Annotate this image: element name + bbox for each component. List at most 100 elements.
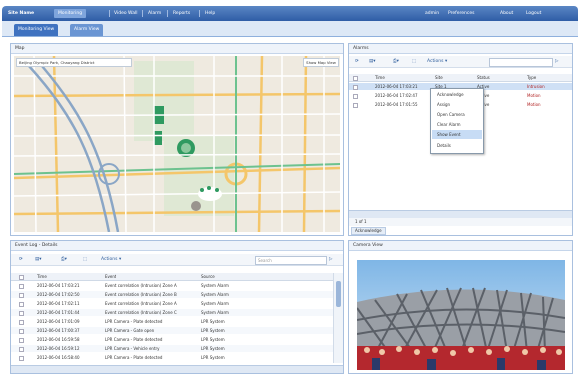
select-all-checkbox[interactable]: [353, 76, 358, 81]
row-checkbox[interactable]: [353, 94, 358, 99]
nav-item-video-wall[interactable]: Video Wall: [114, 6, 137, 21]
chevron-down-icon[interactable]: ▾: [119, 256, 121, 263]
row-checkbox[interactable]: [19, 284, 24, 289]
map-location-bar[interactable]: Beijing Olympic Park, Chaoyang District: [16, 58, 132, 67]
row-event: LPR Camera - Vehicle entry: [105, 346, 160, 351]
show-map-view-button[interactable]: Show Map View: [303, 58, 339, 67]
row-checkbox[interactable]: [19, 311, 24, 316]
table-row[interactable]: 2012-06-04 16:59:58 LPR Camera - Plate d…: [11, 336, 333, 343]
col-status[interactable]: Status: [477, 74, 490, 81]
row-time: 2012-06-04 16:58:40: [37, 355, 80, 360]
table-row[interactable]: 2012-06-04 17:02:50 Event correlation (I…: [11, 291, 333, 298]
acknowledge-button[interactable]: Acknowledge: [351, 227, 386, 235]
row-event: Event correlation (Intrusion) Zone A: [105, 301, 177, 306]
camera-feed[interactable]: [357, 260, 565, 370]
select-all-checkbox[interactable]: [19, 275, 24, 280]
tab-alarm-view[interactable]: Alarm View: [70, 24, 104, 36]
row-time: 2012-06-04 16:59:12: [37, 346, 80, 351]
row-checkbox[interactable]: [19, 356, 24, 361]
filter-icon[interactable]: ▤▾: [35, 256, 42, 263]
export-icon[interactable]: ⬚: [412, 58, 416, 65]
alarm-context-menu: Acknowledge Assign Open Camera Clear Ala…: [430, 88, 484, 154]
current-user[interactable]: admin: [425, 6, 439, 21]
view-tab-bar: Monitoring View Alarm View: [2, 21, 578, 37]
row-checkbox[interactable]: [19, 347, 24, 352]
alarm-toolbar: ⟳ ▤▾ ⎙▾ ⬚ Actions ▾ ▷: [349, 56, 572, 68]
menu-item-open-camera[interactable]: Open Camera: [432, 110, 482, 119]
menu-item-acknowledge[interactable]: Acknowledge: [432, 90, 482, 99]
col-source[interactable]: Source: [201, 273, 215, 280]
event-panel-title: Event Log - Details: [11, 241, 343, 251]
col-event[interactable]: Event: [105, 273, 116, 280]
row-event: LPR Camera - Gate open: [105, 328, 155, 333]
menu-item-clear-alarm[interactable]: Clear Alarm: [432, 120, 482, 129]
nav-item-help[interactable]: Help: [205, 6, 215, 21]
row-checkbox[interactable]: [353, 103, 358, 108]
logout-link[interactable]: Logout: [526, 6, 541, 21]
row-checkbox[interactable]: [19, 320, 24, 325]
print-icon[interactable]: ⎙▾: [393, 58, 399, 65]
event-actions-button[interactable]: Actions: [101, 256, 117, 263]
about-link[interactable]: About: [500, 6, 513, 21]
row-type: Motion: [527, 93, 541, 98]
table-row[interactable]: 2012-06-04 17:01:44 Event correlation (I…: [11, 309, 333, 316]
row-event: LPR Camera - Plate detected: [105, 337, 163, 342]
menu-item-show-event[interactable]: Show Event: [432, 130, 482, 139]
col-time[interactable]: Time: [375, 74, 385, 81]
table-row[interactable]: 2012-06-04 17:03:21 Event correlation (I…: [11, 282, 333, 289]
top-navigation-bar: Site Name Monitoring Video Wall Alarm Re…: [2, 6, 578, 21]
row-type: Motion: [527, 102, 541, 107]
row-type: Intrusion: [527, 84, 545, 89]
filter-icon[interactable]: ▤▾: [369, 58, 376, 65]
row-checkbox[interactable]: [353, 85, 358, 90]
search-icon[interactable]: ▷: [555, 58, 558, 65]
map-canvas[interactable]: [14, 56, 340, 232]
row-checkbox[interactable]: [19, 338, 24, 343]
tab-monitoring-view[interactable]: Monitoring View: [14, 24, 59, 36]
nav-item-reports[interactable]: Reports: [173, 6, 190, 21]
user-preferences-link[interactable]: Preferences: [448, 6, 474, 21]
table-row[interactable]: 2012-06-04 16:58:40 LPR Camera - Plate d…: [11, 354, 333, 361]
event-horizontal-scrollbar[interactable]: [11, 365, 343, 373]
alarm-actions-button[interactable]: Actions: [427, 58, 443, 65]
col-time[interactable]: Time: [37, 273, 47, 280]
menu-item-assign[interactable]: Assign: [432, 100, 482, 109]
export-icon[interactable]: ⬚: [83, 256, 87, 263]
nav-item-monitoring[interactable]: Monitoring: [54, 9, 87, 18]
menu-item-details[interactable]: Details: [432, 141, 482, 150]
event-vertical-scrollbar[interactable]: [333, 273, 343, 363]
event-toolbar: ⟳ ▤▾ ⎙▾ ⬚ Actions ▾ Search ▷: [11, 254, 343, 266]
alarm-pager: 1 of 1: [349, 218, 572, 226]
row-time: 2012-06-04 17:02:47: [375, 93, 418, 98]
scrollbar-thumb[interactable]: [336, 281, 341, 307]
row-checkbox[interactable]: [19, 329, 24, 334]
row-time: 2012-06-04 17:03:21: [375, 84, 418, 89]
nav-item-alarm[interactable]: Alarm: [148, 6, 161, 21]
alarm-panel-title: Alarms: [349, 44, 572, 54]
table-row[interactable]: 2012-06-04 17:02:11 Event correlation (I…: [11, 300, 333, 307]
row-checkbox[interactable]: [19, 302, 24, 307]
row-time: 2012-06-04 17:02:50: [37, 292, 80, 297]
col-site[interactable]: Site: [435, 74, 443, 81]
refresh-icon[interactable]: ⟳: [19, 256, 23, 263]
search-icon[interactable]: ▷: [329, 256, 332, 263]
table-row[interactable]: 2012-06-04 16:59:12 LPR Camera - Vehicle…: [11, 345, 333, 352]
chevron-down-icon[interactable]: ▾: [445, 58, 447, 65]
row-time: 2012-06-04 17:03:21: [37, 283, 80, 288]
refresh-icon[interactable]: ⟳: [355, 58, 359, 65]
table-row[interactable]: 2012-06-04 17:01:09 LPR Camera - Plate d…: [11, 318, 333, 325]
row-source: LPR System: [201, 337, 225, 342]
row-source: System Alarm: [201, 283, 229, 288]
alarm-search-input[interactable]: [489, 58, 553, 67]
app-name: Site Name: [8, 11, 35, 16]
alarm-horizontal-scrollbar[interactable]: [349, 210, 572, 218]
table-row[interactable]: 2012-06-04 17:00:37 LPR Camera - Gate op…: [11, 327, 333, 334]
row-checkbox[interactable]: [19, 293, 24, 298]
row-time: 2012-06-04 17:01:09: [37, 319, 80, 324]
camera-panel: Camera View: [348, 240, 573, 374]
print-icon[interactable]: ⎙▾: [61, 256, 67, 263]
col-type[interactable]: Type: [527, 74, 536, 81]
row-event: Event correlation (Intrusion) Zone A: [105, 283, 177, 288]
row-time: 2012-06-04 17:00:37: [37, 328, 80, 333]
event-search-input[interactable]: Search: [255, 256, 327, 265]
